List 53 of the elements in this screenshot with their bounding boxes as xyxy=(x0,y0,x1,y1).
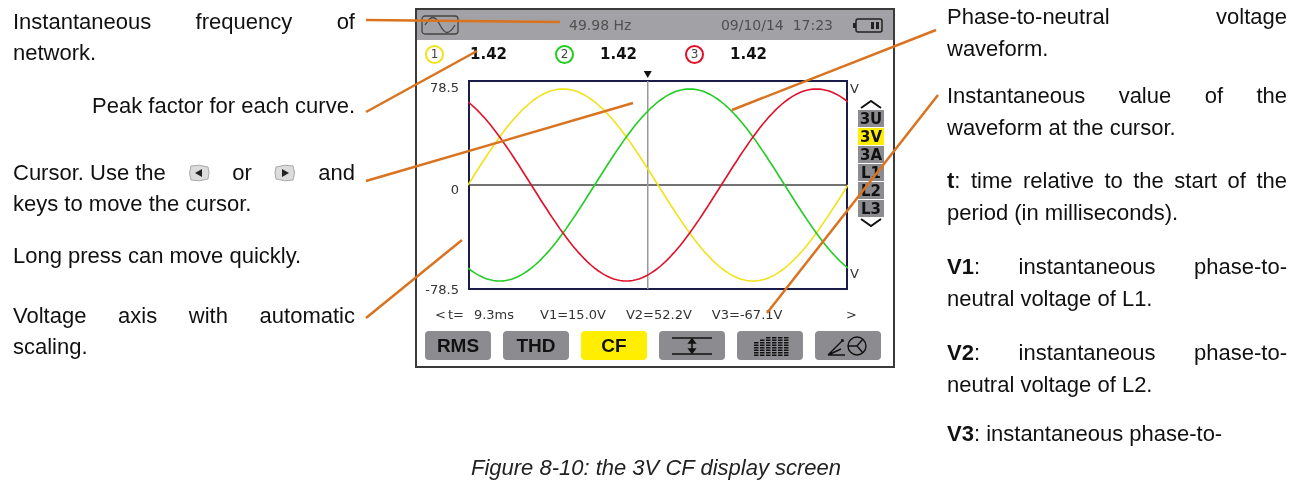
unit-label: V xyxy=(850,82,859,96)
chevron-up-icon[interactable] xyxy=(860,100,882,109)
note-text: keys to move the cursor. xyxy=(13,191,252,216)
note-text: V3: instantaneous phase-to- xyxy=(947,420,1224,448)
battery-icon xyxy=(853,17,883,33)
note-text: Instantaneous frequency of network. xyxy=(13,8,355,67)
prev-arrow[interactable]: < xyxy=(435,306,446,322)
note-text: Cursor. Use the xyxy=(13,159,166,187)
channel-number: 1 xyxy=(425,44,444,64)
unit-label: V xyxy=(850,267,859,281)
figure-caption: Figure 8-10: the 3V CF display screen xyxy=(470,455,842,480)
next-arrow[interactable]: > xyxy=(846,306,857,322)
note-text: Instantaneous value of the waveform at the cursor. xyxy=(947,82,1287,142)
view-selector[interactable]: 3A xyxy=(858,146,884,163)
note-text: V1: instantaneous phase-to-neutral voltage of L1. xyxy=(947,253,1287,313)
note-text: and xyxy=(318,159,355,187)
axis-label: 78.5 xyxy=(430,81,459,95)
chevron-down-icon[interactable] xyxy=(860,218,882,227)
peak-factor-value: 1.42 xyxy=(470,45,507,63)
time-value: 9.3ms xyxy=(473,306,515,322)
datetime-text: 09/10/14 17:23 xyxy=(720,17,833,33)
scale-icon xyxy=(670,334,714,357)
mode-button[interactable]: THD xyxy=(503,331,569,360)
view-selector[interactable]: L3 xyxy=(858,200,884,217)
channel-number: 2 xyxy=(555,44,574,64)
view-selector[interactable]: 3V xyxy=(858,128,884,145)
frequency-text: 49.98 Hz xyxy=(569,17,632,33)
axis-label: -78.5 xyxy=(425,283,459,297)
voltage-value: V2=52.2V xyxy=(625,306,692,322)
time-label: t= xyxy=(447,306,464,322)
note-text: Voltage axis with automatic scaling. xyxy=(13,302,355,361)
channel-number: 3 xyxy=(685,44,705,64)
note-text: or xyxy=(232,159,252,187)
mode-button[interactable] xyxy=(659,331,725,360)
cursor-marker-icon xyxy=(643,71,652,78)
note-text: Long press can move quickly. xyxy=(13,242,303,270)
voltage-value: V3=-67.1V xyxy=(711,306,783,322)
note-text: Phase-to-neutral voltage waveform. xyxy=(947,3,1287,63)
voltage-value: V1=15.0V xyxy=(540,306,606,322)
note-text: V2: instantaneous phase-to-neutral voltage of L2. xyxy=(947,339,1287,399)
mode-button[interactable]: CF xyxy=(581,331,647,360)
peak-factor-value: 1.42 xyxy=(730,45,768,63)
mode-button[interactable] xyxy=(737,331,803,360)
waveform-mode-icon xyxy=(421,15,459,35)
left-key-icon xyxy=(188,163,211,182)
peak-factor-value: 1.42 xyxy=(600,45,638,63)
axis-label: 0 xyxy=(450,183,459,197)
note-text: Peak factor for each curve. xyxy=(91,92,355,120)
note-text: t: time relative to the start of the period (in milliseconds). xyxy=(947,167,1287,227)
view-selector[interactable]: 3U xyxy=(858,110,884,127)
mode-button[interactable]: RMS xyxy=(425,331,491,360)
mode-button[interactable] xyxy=(815,331,881,360)
right-key-icon xyxy=(274,163,297,182)
